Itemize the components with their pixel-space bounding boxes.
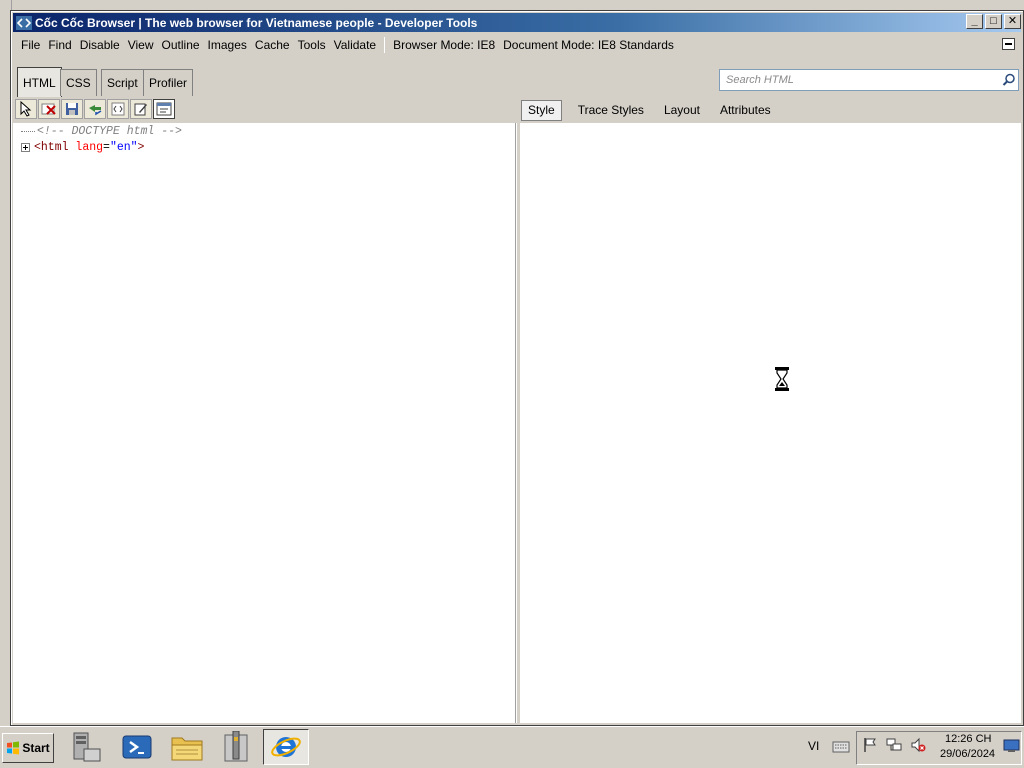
- tab-trace-styles[interactable]: Trace Styles: [568, 100, 654, 121]
- word-wrap-icon[interactable]: [107, 99, 129, 119]
- html-attr-value: "en": [109, 140, 138, 154]
- document-mode-menu[interactable]: Document Mode: IE8 Standards: [499, 38, 678, 52]
- server-manager-icon[interactable]: [62, 729, 108, 765]
- file-explorer-icon[interactable]: [164, 729, 210, 765]
- menu-tools[interactable]: Tools: [294, 38, 330, 52]
- doctype-text: <!-- DOCTYPE html -->: [37, 124, 182, 138]
- maximize-button[interactable]: □: [985, 14, 1002, 29]
- menu-cache[interactable]: Cache: [251, 38, 294, 52]
- menu-view[interactable]: View: [124, 38, 158, 52]
- dom-tree-pane[interactable]: <!-- DOCTYPE html --> <html lang = "en" >: [13, 123, 516, 723]
- devtools-window: Cốc Cốc Browser | The web browser for Vi…: [10, 10, 1024, 726]
- tree-node-html[interactable]: <html lang = "en" >: [21, 140, 144, 154]
- minimize-button[interactable]: _: [966, 14, 983, 29]
- view-source-icon[interactable]: [153, 99, 175, 119]
- desktop-strip: [0, 0, 1024, 10]
- menu-images[interactable]: Images: [204, 38, 251, 52]
- start-label: Start: [22, 741, 50, 755]
- menu-file[interactable]: File: [17, 38, 44, 52]
- tab-html[interactable]: HTML: [17, 67, 62, 97]
- menu-bar: File Find Disable View Outline Images Ca…: [13, 34, 1021, 55]
- hourglass-cursor-icon: [775, 367, 789, 391]
- tree-connector: [21, 130, 35, 132]
- style-pane[interactable]: [520, 123, 1021, 723]
- language-indicator[interactable]: VI: [808, 739, 819, 753]
- title-bar[interactable]: Cốc Cốc Browser | The web browser for Vi…: [13, 13, 1021, 32]
- html-tag-close: >: [137, 140, 145, 154]
- html-tag-open: <html: [34, 140, 69, 154]
- html-attr-equals: =: [103, 140, 110, 154]
- tab-css[interactable]: CSS: [60, 69, 97, 96]
- tab-style[interactable]: Style: [521, 99, 562, 121]
- taskbar: Start VI 12:26 CH 29/06/2024: [0, 726, 1024, 768]
- html-toolbar: [15, 99, 175, 121]
- minimize-devtools-icon[interactable]: [1002, 38, 1015, 50]
- menu-outline[interactable]: Outline: [158, 38, 204, 52]
- save-icon[interactable]: [61, 99, 83, 119]
- windows-flag-icon: [7, 741, 20, 755]
- powershell-icon[interactable]: [114, 729, 160, 765]
- tab-row: HTML CSS Script Profiler: [13, 57, 1021, 97]
- admin-tools-icon[interactable]: [213, 729, 259, 765]
- volume-muted-icon[interactable]: [910, 737, 926, 753]
- menu-separator: [384, 36, 386, 53]
- start-button[interactable]: Start: [2, 733, 54, 763]
- menu-validate[interactable]: Validate: [330, 38, 380, 52]
- html-attr-name: lang: [75, 140, 104, 154]
- search-box[interactable]: [719, 69, 1019, 91]
- search-input[interactable]: [724, 73, 1000, 87]
- menu-disable[interactable]: Disable: [76, 38, 124, 52]
- keyboard-icon[interactable]: [832, 739, 850, 753]
- show-desktop-icon[interactable]: [1003, 739, 1020, 753]
- system-tray: [856, 731, 1022, 765]
- devtools-app-icon: [16, 15, 32, 30]
- clock-time[interactable]: 12:26 CH: [945, 733, 991, 745]
- select-element-icon[interactable]: [15, 99, 37, 119]
- refresh-icon[interactable]: [84, 99, 106, 119]
- menu-find[interactable]: Find: [44, 38, 75, 52]
- internet-explorer-icon[interactable]: [263, 729, 309, 765]
- tab-layout[interactable]: Layout: [654, 100, 710, 121]
- action-center-flag-icon[interactable]: [862, 737, 878, 753]
- expand-icon[interactable]: [21, 142, 30, 152]
- browser-mode-menu[interactable]: Browser Mode: IE8: [389, 38, 499, 52]
- close-button[interactable]: ✕: [1004, 14, 1021, 29]
- right-pane-tabs: Style Trace Styles Layout Attributes: [521, 99, 781, 121]
- tab-script[interactable]: Script: [101, 69, 144, 96]
- edit-icon[interactable]: [130, 99, 152, 119]
- tree-node-doctype[interactable]: <!-- DOCTYPE html -->: [21, 124, 182, 138]
- window-title: Cốc Cốc Browser | The web browser for Vi…: [35, 15, 478, 30]
- clock-date[interactable]: 29/06/2024: [940, 748, 995, 760]
- search-icon[interactable]: [1000, 71, 1018, 89]
- tab-attributes[interactable]: Attributes: [710, 100, 781, 121]
- tab-profiler[interactable]: Profiler: [143, 69, 194, 96]
- clear-icon[interactable]: [38, 99, 60, 119]
- network-icon[interactable]: [886, 737, 902, 753]
